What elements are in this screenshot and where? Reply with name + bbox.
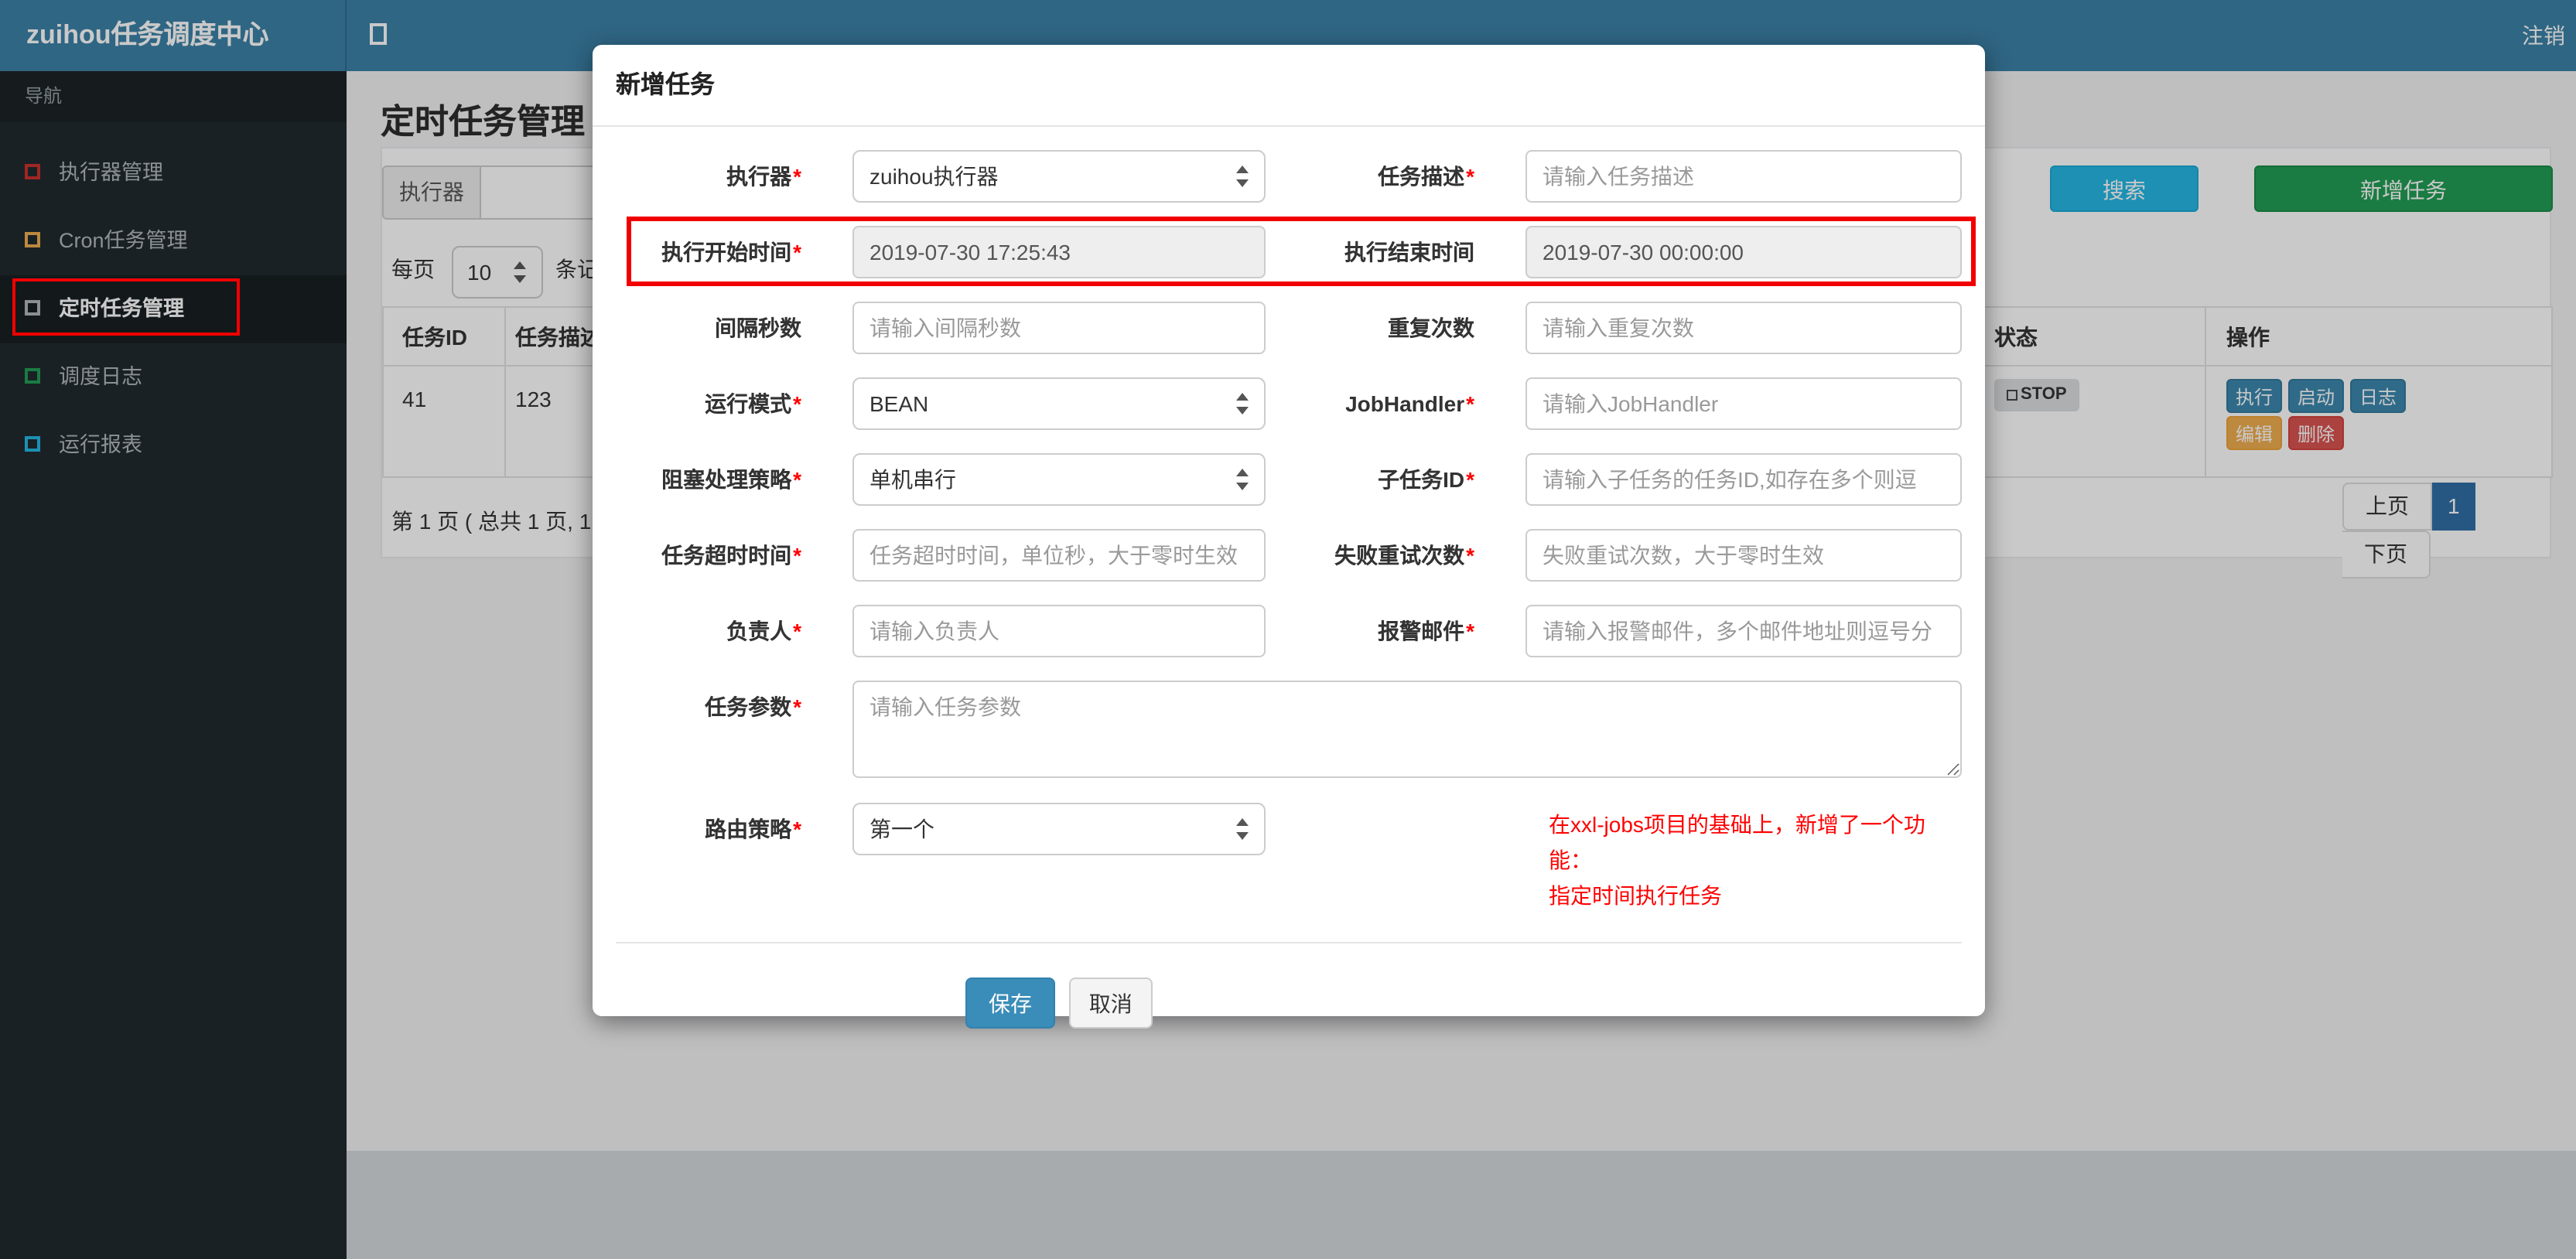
- owner-label: 负责人 *: [726, 619, 801, 643]
- child-task-label: 子任务ID *: [1378, 467, 1474, 492]
- start-time-input[interactable]: [852, 226, 1266, 278]
- select-arrows-icon: [1235, 164, 1250, 189]
- child-task-input[interactable]: [1525, 453, 1962, 506]
- task-desc-input[interactable]: [1525, 150, 1962, 203]
- owner-input[interactable]: [852, 605, 1266, 657]
- feature-note: 在xxl-jobs项目的基础上，新增了一个功能： 指定时间执行任务: [1289, 803, 1962, 914]
- start-time-label: 执行开始时间 *: [661, 240, 801, 264]
- alarm-email-input[interactable]: [1525, 605, 1962, 657]
- repeat-input[interactable]: [1525, 302, 1962, 354]
- feature-note-line1: 在xxl-jobs项目的基础上，新增了一个功能：: [1549, 812, 1925, 872]
- block-strategy-label: 阻塞处理策略 *: [661, 467, 801, 492]
- repeat-label: 重复次数: [1388, 316, 1474, 340]
- select-arrows-icon: [1235, 817, 1250, 841]
- run-mode-value: BEAN: [869, 391, 929, 416]
- executor-select[interactable]: zuihou执行器: [852, 150, 1266, 203]
- jobhandler-label: JobHandler *: [1345, 391, 1474, 416]
- block-strategy-select[interactable]: 单机串行: [852, 453, 1266, 506]
- executor-label: 执行器 *: [726, 164, 801, 189]
- executor-select-value: zuihou执行器: [869, 164, 999, 189]
- modal-footer: 保存 取消: [616, 942, 1962, 1029]
- route-strategy-label: 路由策略 *: [705, 817, 801, 841]
- run-mode-label: 运行模式 *: [705, 391, 801, 416]
- select-arrows-icon: [1235, 391, 1250, 416]
- cancel-button[interactable]: 取消: [1068, 978, 1153, 1029]
- route-strategy-select[interactable]: 第一个: [852, 803, 1266, 855]
- interval-label: 间隔秒数: [715, 316, 801, 340]
- modal-title: 新增任务: [593, 45, 1985, 127]
- save-button[interactable]: 保存: [965, 978, 1055, 1029]
- task-desc-label: 任务描述 *: [1378, 164, 1474, 189]
- block-strategy-value: 单机串行: [869, 467, 956, 492]
- interval-input[interactable]: [852, 302, 1266, 354]
- alarm-email-label: 报警邮件 *: [1378, 619, 1474, 643]
- retry-input[interactable]: [1525, 529, 1962, 582]
- select-arrows-icon: [1235, 467, 1250, 492]
- end-time-input[interactable]: [1525, 226, 1962, 278]
- modal-body: 执行器* zuihou执行器 任务描述* 执行开始时间* 执行结: [593, 127, 1985, 1029]
- task-params-label: 任务参数 *: [705, 694, 801, 719]
- add-task-modal: 新增任务 执行器* zuihou执行器 任务描述* 执行开始时间*: [593, 45, 1985, 1029]
- application-window: zuihou任务调度中心 注销 导航 执行器管理 Cron任务管理 定时任务管理…: [0, 0, 2576, 1259]
- task-params-textarea[interactable]: [852, 681, 1962, 778]
- route-strategy-value: 第一个: [869, 817, 934, 841]
- jobhandler-input[interactable]: [1525, 377, 1962, 430]
- timeout-input[interactable]: [852, 529, 1266, 582]
- retry-label: 失败重试次数 *: [1334, 543, 1474, 568]
- timeout-label: 任务超时时间 *: [661, 543, 801, 568]
- end-time-label: 执行结束时间: [1344, 240, 1474, 264]
- feature-note-line2: 指定时间执行任务: [1549, 883, 1722, 908]
- run-mode-select[interactable]: BEAN: [852, 377, 1266, 430]
